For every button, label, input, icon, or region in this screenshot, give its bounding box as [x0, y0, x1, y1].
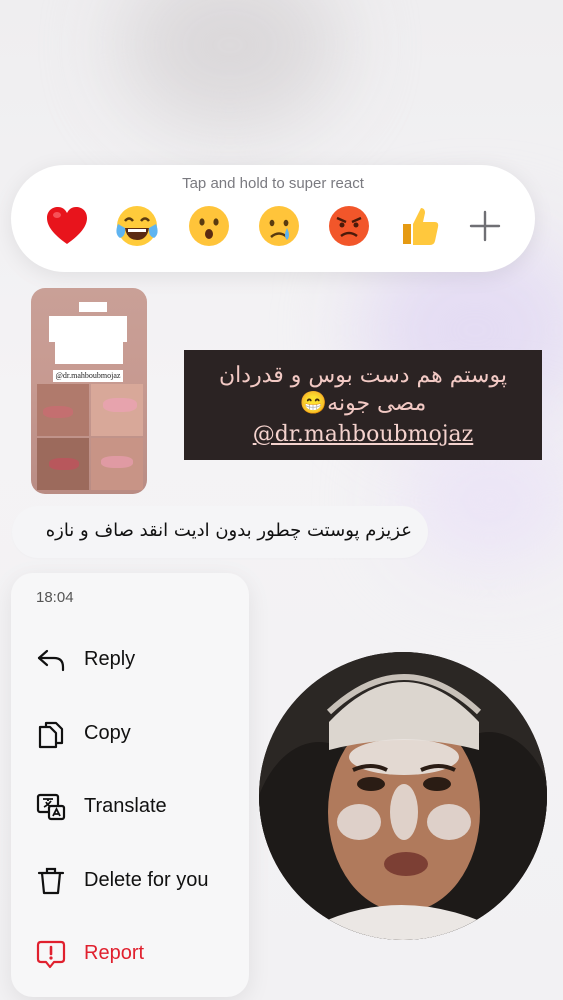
copy-label: Copy — [84, 722, 131, 744]
background-blur — [120, 0, 340, 130]
profile-photo[interactable] — [259, 652, 547, 940]
reply-label: Reply — [84, 648, 136, 670]
emoji-row — [39, 202, 507, 252]
delete-label: Delete for you — [84, 869, 209, 891]
reaction-bar: Tap and hold to super react — [11, 165, 535, 272]
translate-icon — [36, 793, 66, 821]
story-caption: پوستم هم دست بوس و قدردان مصی جونه😁 — [219, 363, 507, 416]
surprised-face-icon[interactable] — [185, 202, 233, 250]
report-menu-item[interactable]: Report — [11, 923, 249, 983]
lip-shape — [103, 398, 137, 412]
message-timestamp: 18:04 — [36, 589, 74, 606]
copy-icon — [38, 721, 64, 749]
story-handle-tag: @dr.mahboubmojaz — [53, 370, 123, 382]
red-heart-icon[interactable] — [43, 202, 91, 250]
lip-shape — [43, 406, 73, 418]
trash-icon — [37, 867, 65, 895]
story-sticker — [55, 342, 123, 364]
reaction-hint: Tap and hold to super react — [182, 175, 364, 192]
story-mention-link[interactable]: @dr.mahboubmojaz — [184, 422, 542, 447]
translate-label: Translate — [84, 795, 167, 817]
face-photo-illustration — [259, 652, 547, 940]
story-sticker — [79, 302, 107, 312]
reply-menu-item[interactable]: Reply — [11, 629, 249, 689]
add-reaction-icon[interactable] — [465, 206, 505, 246]
shared-story-thumbnail[interactable]: @dr.mahboubmojaz — [31, 288, 147, 494]
lip-shape — [49, 458, 79, 470]
reply-icon — [37, 649, 65, 672]
report-icon — [36, 940, 66, 969]
crying-face-icon[interactable] — [255, 202, 303, 250]
tears-of-joy-icon[interactable] — [113, 202, 161, 250]
copy-menu-item[interactable]: Copy — [11, 703, 249, 763]
translate-menu-item[interactable]: Translate — [11, 776, 249, 836]
message-bubble[interactable]: عزیزم پوستت چطور بدون ادیت انقد صاف و نا… — [12, 506, 428, 558]
report-label: Report — [84, 942, 145, 964]
story-caption-card[interactable]: پوستم هم دست بوس و قدردان مصی جونه😁 @dr.… — [184, 350, 542, 460]
angry-face-icon[interactable] — [325, 202, 373, 250]
message-context-menu: 18:04 Reply Copy Translate Delete for yo… — [11, 573, 249, 997]
thumbs-up-icon[interactable] — [395, 202, 443, 250]
lip-shape — [101, 456, 133, 468]
story-sticker — [49, 316, 127, 342]
delete-menu-item[interactable]: Delete for you — [11, 850, 249, 910]
message-text: عزیزم پوستت چطور بدون ادیت انقد صاف و نا… — [45, 520, 412, 541]
